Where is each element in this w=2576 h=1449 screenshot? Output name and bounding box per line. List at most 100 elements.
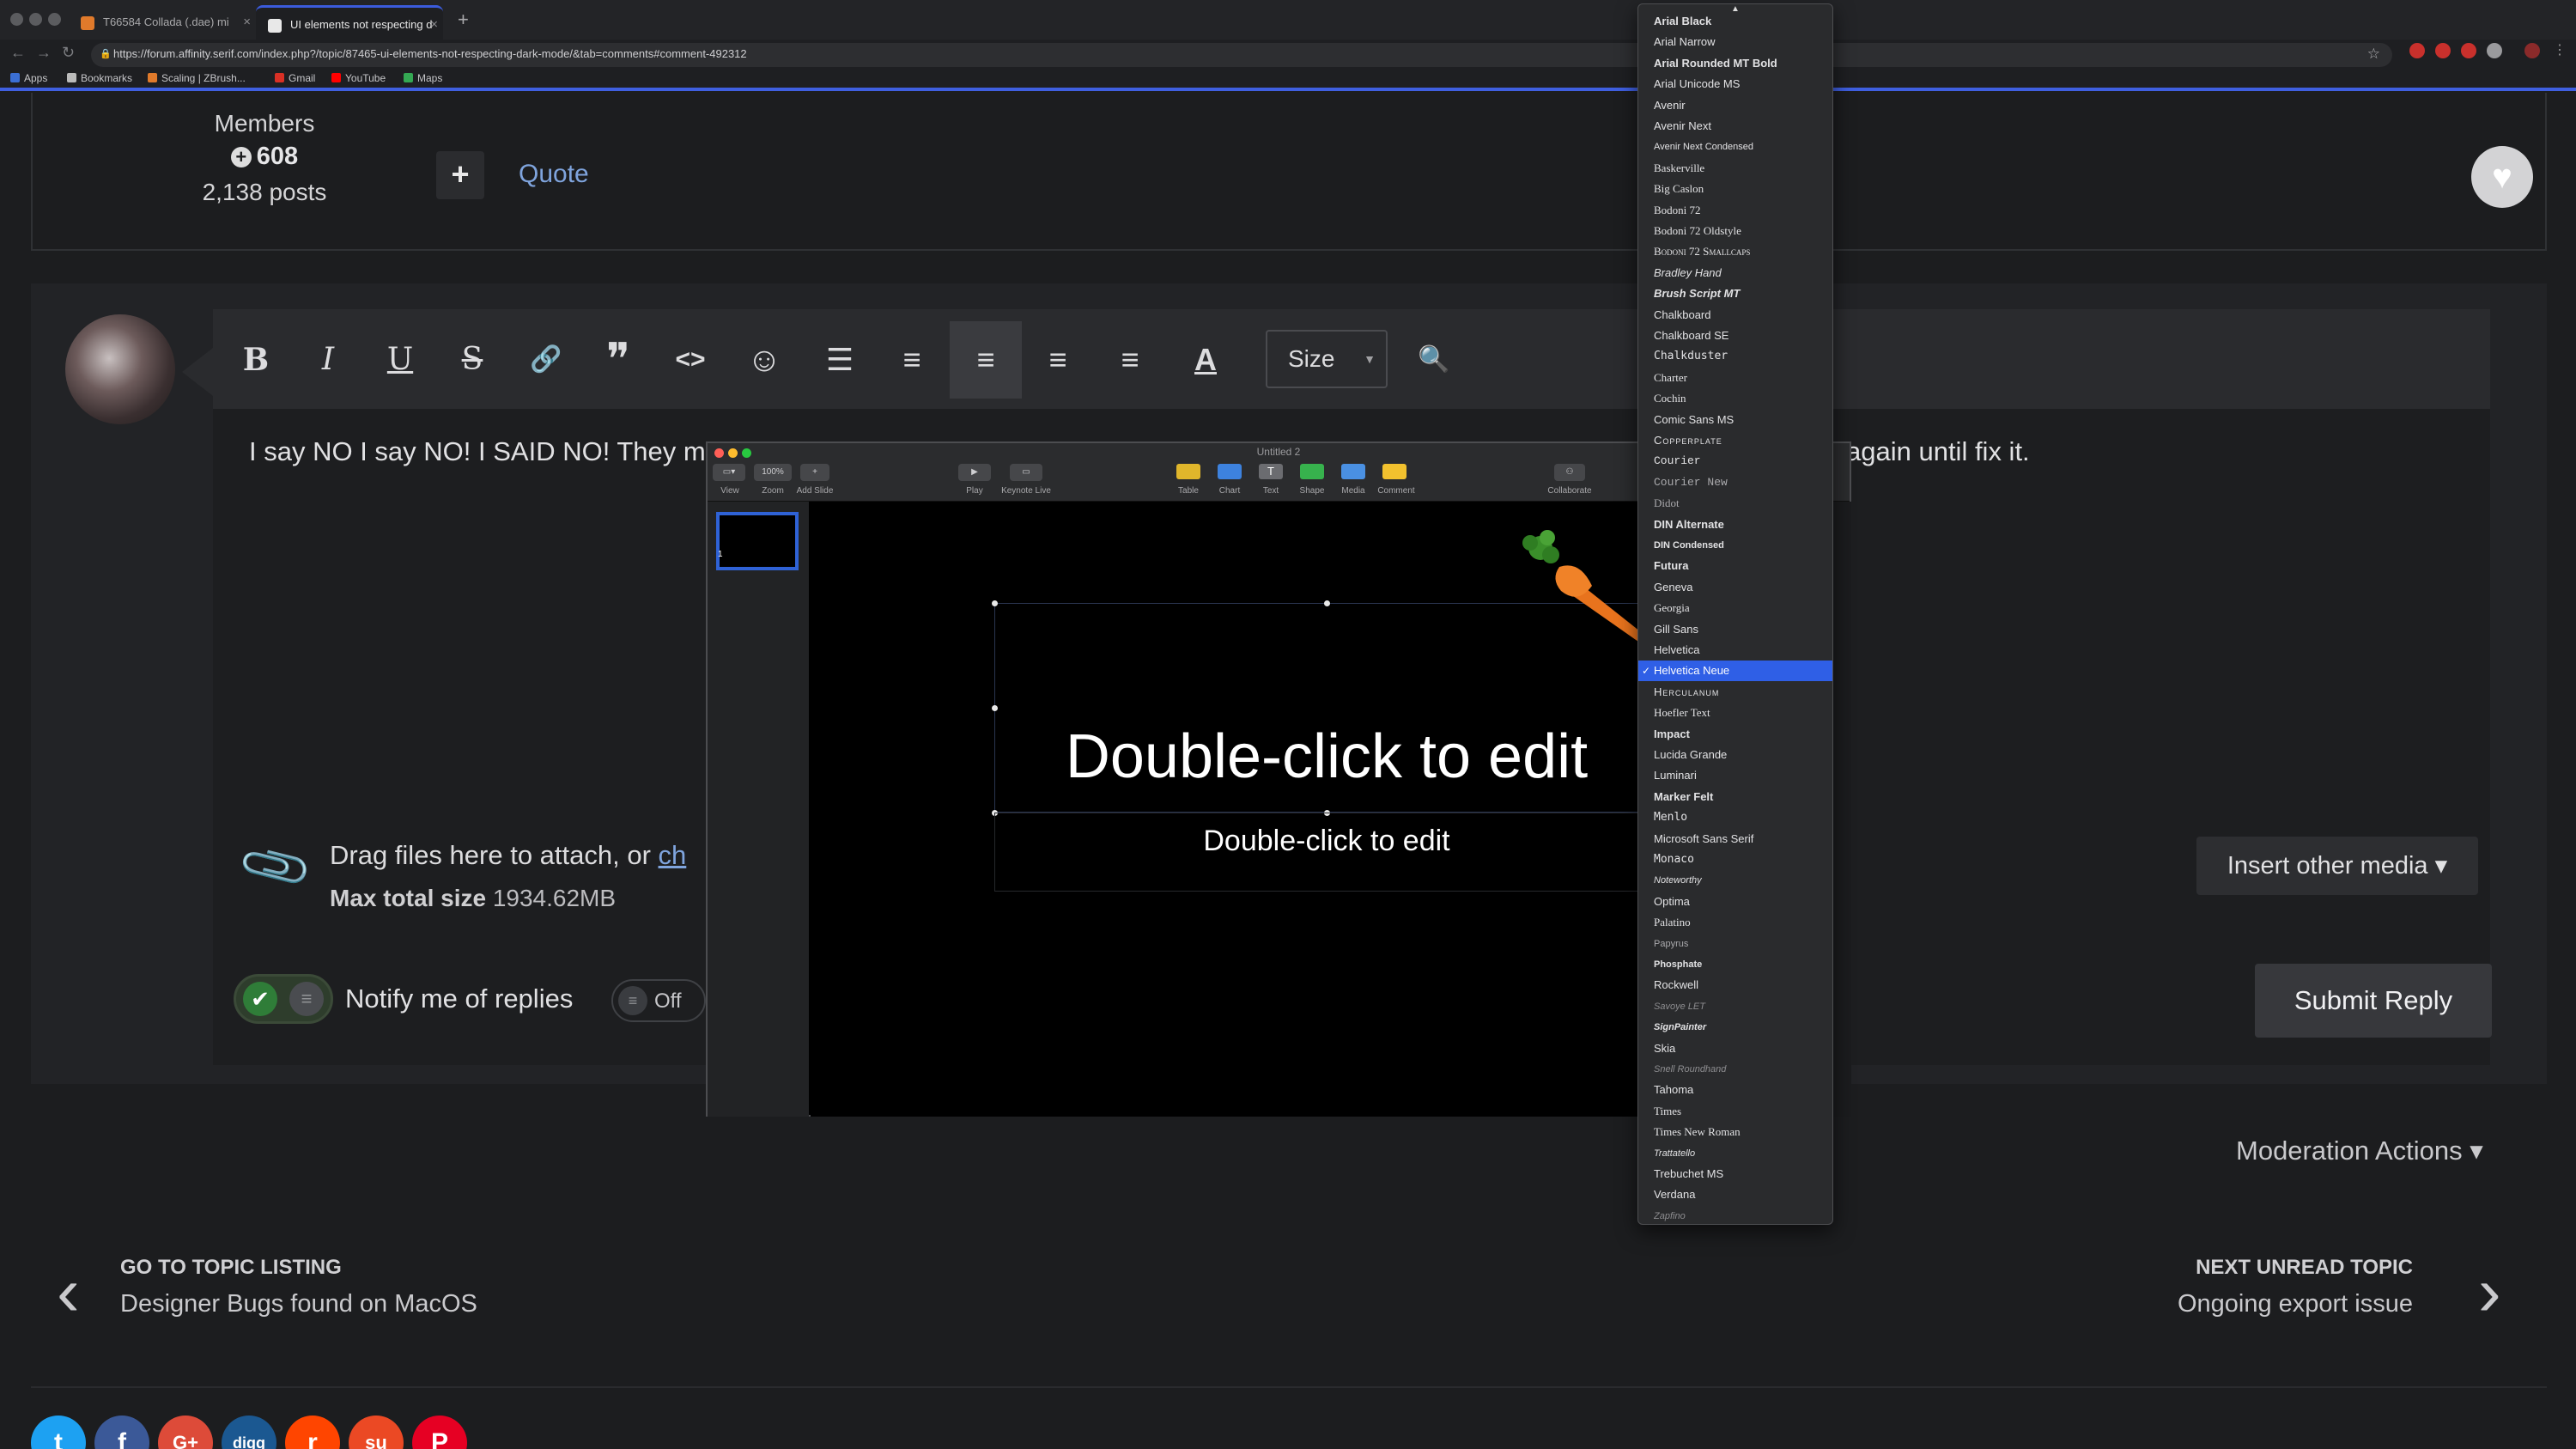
font-menu-item[interactable]: Helvetica <box>1654 640 1826 661</box>
next-topic-subtitle[interactable]: Ongoing export issue <box>2178 1290 2413 1318</box>
align-left-icon[interactable]: ≡ <box>950 321 1022 399</box>
shape-icon[interactable] <box>1300 464 1324 479</box>
reddit-share-icon[interactable]: r <box>285 1416 340 1449</box>
profile-avatar[interactable] <box>2524 43 2540 58</box>
preview-icon[interactable]: 🔍 <box>1398 321 1470 399</box>
stumbleupon-share-icon[interactable]: su <box>349 1416 404 1449</box>
font-menu-item[interactable]: Times <box>1654 1101 1826 1122</box>
close-tab-icon[interactable]: × <box>243 5 251 40</box>
font-menu-item[interactable]: Charter <box>1654 368 1826 388</box>
extension-icon[interactable] <box>2487 43 2502 58</box>
add-slide-button[interactable]: + <box>800 464 829 481</box>
font-menu-item[interactable]: Bodoni 72 Smallcaps <box>1654 241 1826 262</box>
font-menu-item[interactable]: Copperplate <box>1654 430 1826 451</box>
table-icon[interactable] <box>1176 464 1200 479</box>
close-window-button[interactable] <box>10 13 23 26</box>
bookmark-zbrush[interactable]: Scaling | ZBrush... <box>148 72 246 84</box>
facebook-share-icon[interactable]: f <box>94 1416 149 1449</box>
text-color-icon[interactable]: A <box>1170 321 1242 399</box>
twitter-share-icon[interactable]: t <box>31 1416 86 1449</box>
insert-media-button[interactable]: Insert other media ▾ <box>2196 837 2478 895</box>
url-text[interactable]: https://forum.affinity.serif.com/index.p… <box>113 47 747 60</box>
pinterest-share-icon[interactable]: P <box>412 1416 467 1449</box>
font-menu-item[interactable]: Phosphate <box>1654 954 1826 975</box>
align-center-icon[interactable]: ≡ <box>1022 321 1094 399</box>
font-menu-item[interactable]: SignPainter <box>1654 1017 1826 1038</box>
numbered-list-icon[interactable]: ≡ <box>876 321 948 399</box>
font-menu-item[interactable]: Lucida Grande <box>1654 745 1826 765</box>
resize-handle[interactable] <box>1324 600 1330 606</box>
slide-subtitle[interactable]: Double-click to edit <box>994 825 1659 858</box>
font-menu-item[interactable]: Avenir Next <box>1654 116 1826 137</box>
bookmark-bookmarks[interactable]: Bookmarks <box>67 72 132 84</box>
chevron-right-icon[interactable]: › <box>2478 1252 2501 1331</box>
font-menu-item[interactable]: Arial Rounded MT Bold <box>1654 53 1826 74</box>
browser-tab-active[interactable]: UI elements not respecting d × <box>256 5 443 40</box>
font-menu-item[interactable]: Futura <box>1654 556 1826 576</box>
comment-icon[interactable] <box>1382 464 1406 479</box>
off-toggle[interactable]: ≡ Off <box>611 979 706 1022</box>
chart-icon[interactable] <box>1218 464 1242 479</box>
font-menu-item[interactable]: Gill Sans <box>1654 619 1826 640</box>
font-menu-item[interactable]: Courier <box>1654 451 1826 472</box>
browser-menu-icon[interactable]: ⋮ <box>2552 43 2567 58</box>
resize-handle[interactable] <box>992 705 998 711</box>
text-icon[interactable]: T <box>1259 464 1283 479</box>
emoji-icon[interactable]: ☺ <box>728 321 800 399</box>
font-menu-item[interactable]: Bodoni 72 Oldstyle <box>1654 221 1826 241</box>
extension-icon[interactable] <box>2409 43 2425 58</box>
font-menu-item[interactable]: Didot <box>1654 493 1826 514</box>
extension-icon[interactable] <box>2461 43 2476 58</box>
keynote-live-icon[interactable]: ▭ <box>1010 464 1042 481</box>
bold-button[interactable]: B <box>220 321 292 399</box>
font-menu-item[interactable]: Arial Black <box>1654 11 1826 32</box>
link-icon[interactable]: 🔗 <box>510 321 582 399</box>
font-menu-item[interactable]: Impact <box>1654 724 1826 745</box>
font-menu-item[interactable]: Monaco <box>1654 849 1826 870</box>
zoom-select[interactable]: 100% <box>754 464 792 481</box>
font-menu-item[interactable]: Big Caslon <box>1654 179 1826 199</box>
font-menu-item[interactable]: Chalkboard <box>1654 305 1826 326</box>
strikethrough-button[interactable]: S <box>436 321 508 399</box>
font-menu-item[interactable]: Comic Sans MS <box>1654 410 1826 430</box>
font-menu-item[interactable]: Baskerville <box>1654 158 1826 179</box>
font-menu-item[interactable]: Chalkduster <box>1654 346 1826 367</box>
browser-tab[interactable]: T66584 Collada (.dae) mi × <box>69 5 256 40</box>
font-menu-item[interactable]: Savoye LET <box>1654 996 1826 1017</box>
avatar[interactable] <box>65 314 175 424</box>
google-plus-share-icon[interactable]: G+ <box>158 1416 213 1449</box>
submit-reply-button[interactable]: Submit Reply <box>2255 964 2492 1038</box>
slide-title[interactable]: Double-click to edit <box>994 721 1659 792</box>
font-menu-item[interactable]: Skia <box>1654 1038 1826 1059</box>
bookmark-youtube[interactable]: YouTube <box>331 72 386 84</box>
font-menu-item[interactable]: Courier New <box>1654 472 1826 493</box>
notify-toggle[interactable]: ✔ ≡ <box>234 974 333 1024</box>
italic-button[interactable]: I <box>292 321 364 399</box>
font-menu-item[interactable]: Arial Narrow <box>1654 32 1826 52</box>
font-menu-item[interactable]: Menlo <box>1654 807 1826 828</box>
bookmark-maps[interactable]: Maps <box>404 72 442 84</box>
digg-share-icon[interactable]: digg <box>222 1416 276 1449</box>
font-menu-item[interactable]: DIN Condensed <box>1654 535 1826 556</box>
slide-thumbnail[interactable] <box>716 512 799 570</box>
font-menu-item[interactable]: Optima <box>1654 892 1826 912</box>
address-bar[interactable]: 🔒 https://forum.affinity.serif.com/index… <box>91 43 2392 67</box>
font-menu-item[interactable]: Avenir <box>1654 95 1826 116</box>
choose-files-link[interactable]: ch <box>659 840 687 870</box>
quote-icon[interactable]: ❞ <box>582 321 654 399</box>
font-menu-item[interactable]: Avenir Next Condensed <box>1654 137 1826 157</box>
font-menu-item[interactable]: Snell Roundhand <box>1654 1059 1826 1080</box>
view-menu-button[interactable]: ▭▾ <box>713 464 745 481</box>
play-icon[interactable]: ▶ <box>958 464 991 481</box>
font-menu-item[interactable]: Geneva <box>1654 577 1826 598</box>
forward-icon[interactable]: → <box>36 44 52 62</box>
zoom-window-button[interactable] <box>48 13 61 26</box>
multiquote-button[interactable]: + <box>436 151 484 199</box>
font-size-select[interactable]: Size ▼ <box>1266 330 1388 388</box>
font-menu-item[interactable]: Trebuchet MS <box>1654 1164 1826 1184</box>
next-unread-link[interactable]: NEXT UNREAD TOPIC <box>2196 1256 2413 1280</box>
topic-listing-link[interactable]: GO TO TOPIC LISTING <box>120 1256 342 1280</box>
font-menu-item[interactable]: Cochin <box>1654 388 1826 409</box>
font-menu-item[interactable]: Georgia <box>1654 598 1826 618</box>
align-right-icon[interactable]: ≡ <box>1094 321 1166 399</box>
